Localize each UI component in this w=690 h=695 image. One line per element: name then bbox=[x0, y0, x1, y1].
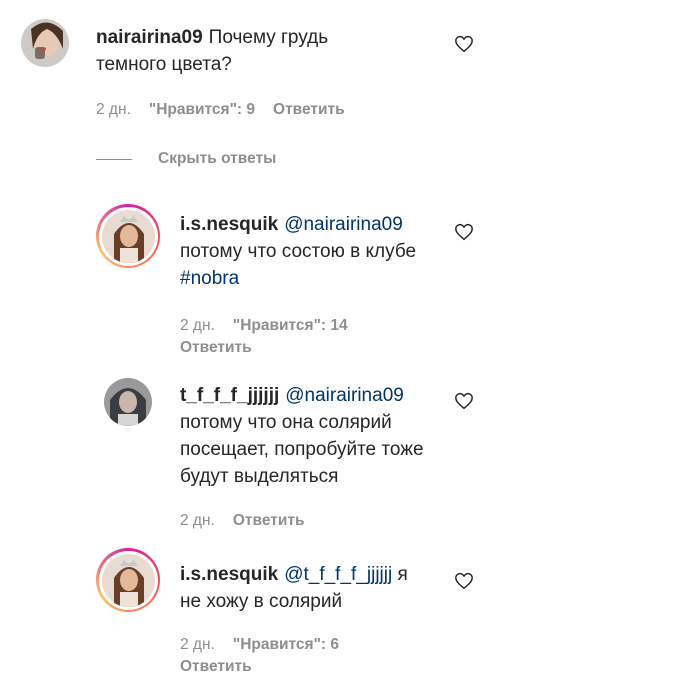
heart-outline-icon[interactable] bbox=[454, 392, 474, 410]
avatar-nairairina09[interactable] bbox=[21, 19, 69, 67]
heart-outline-icon[interactable] bbox=[454, 223, 474, 241]
comment-meta: 2 дн. "Нравится": 6 Ответить bbox=[180, 634, 410, 678]
heart-outline-icon[interactable] bbox=[454, 35, 474, 53]
reply-button[interactable]: Ответить bbox=[180, 658, 252, 675]
comment-likes[interactable]: "Нравится": 9 bbox=[149, 101, 255, 118]
hashtag-link[interactable]: #nobra bbox=[180, 268, 239, 289]
comment-username[interactable]: nairairina09 bbox=[96, 27, 203, 48]
comment-time[interactable]: 2 дн. bbox=[180, 317, 215, 334]
comment-likes[interactable]: "Нравится": 6 bbox=[233, 636, 339, 653]
comment-time[interactable]: 2 дн. bbox=[180, 636, 215, 653]
mention-link[interactable]: @t_f_f_f_jjjjjj bbox=[284, 564, 392, 585]
reply-button[interactable]: Ответить bbox=[180, 339, 252, 356]
avatar-i-s-nesquik[interactable] bbox=[96, 204, 160, 268]
comment-likes[interactable]: "Нравится": 14 bbox=[233, 317, 348, 334]
avatar-t-f-f-f-jjjjjj[interactable] bbox=[104, 378, 152, 426]
comment-username[interactable]: i.s.nesquik bbox=[180, 564, 278, 585]
comment-body: потому что она солярий посещает, попробу… bbox=[180, 412, 424, 487]
avatar-i-s-nesquik[interactable] bbox=[96, 548, 160, 612]
comment-text: nairairina09 Почему грудь темного цвета? bbox=[96, 24, 396, 78]
hide-replies-button[interactable]: Скрыть ответы bbox=[96, 150, 276, 168]
comment-text: t_f_f_f_jjjjjj @nairairina09 потому что о… bbox=[180, 382, 430, 490]
mention-link[interactable]: @nairairina09 bbox=[284, 214, 403, 235]
mention-link[interactable]: @nairairina09 bbox=[285, 385, 404, 406]
divider-line bbox=[96, 158, 132, 160]
comment-meta: 2 дн. Ответить bbox=[180, 510, 322, 532]
comment-meta: 2 дн. "Нравится": 9 Ответить bbox=[96, 99, 363, 121]
reply-button[interactable]: Ответить bbox=[273, 101, 345, 118]
hide-replies-label: Скрыть ответы bbox=[158, 150, 277, 167]
comment-text: i.s.nesquik @nairairina09 потому что сост… bbox=[180, 211, 420, 292]
comment-username[interactable]: i.s.nesquik bbox=[180, 214, 278, 235]
comment-time[interactable]: 2 дн. bbox=[96, 101, 131, 118]
comment-meta: 2 дн. "Нравится": 14 Ответить bbox=[180, 315, 410, 359]
reply-button[interactable]: Ответить bbox=[233, 512, 305, 529]
comment-body: потому что состою в клубе bbox=[180, 241, 417, 262]
heart-outline-icon[interactable] bbox=[454, 572, 474, 590]
comment-username[interactable]: t_f_f_f_jjjjjj bbox=[180, 385, 279, 406]
comment-time[interactable]: 2 дн. bbox=[180, 512, 215, 529]
comment-text: i.s.nesquik @t_f_f_f_jjjjjj я не хожу в с… bbox=[180, 561, 430, 615]
